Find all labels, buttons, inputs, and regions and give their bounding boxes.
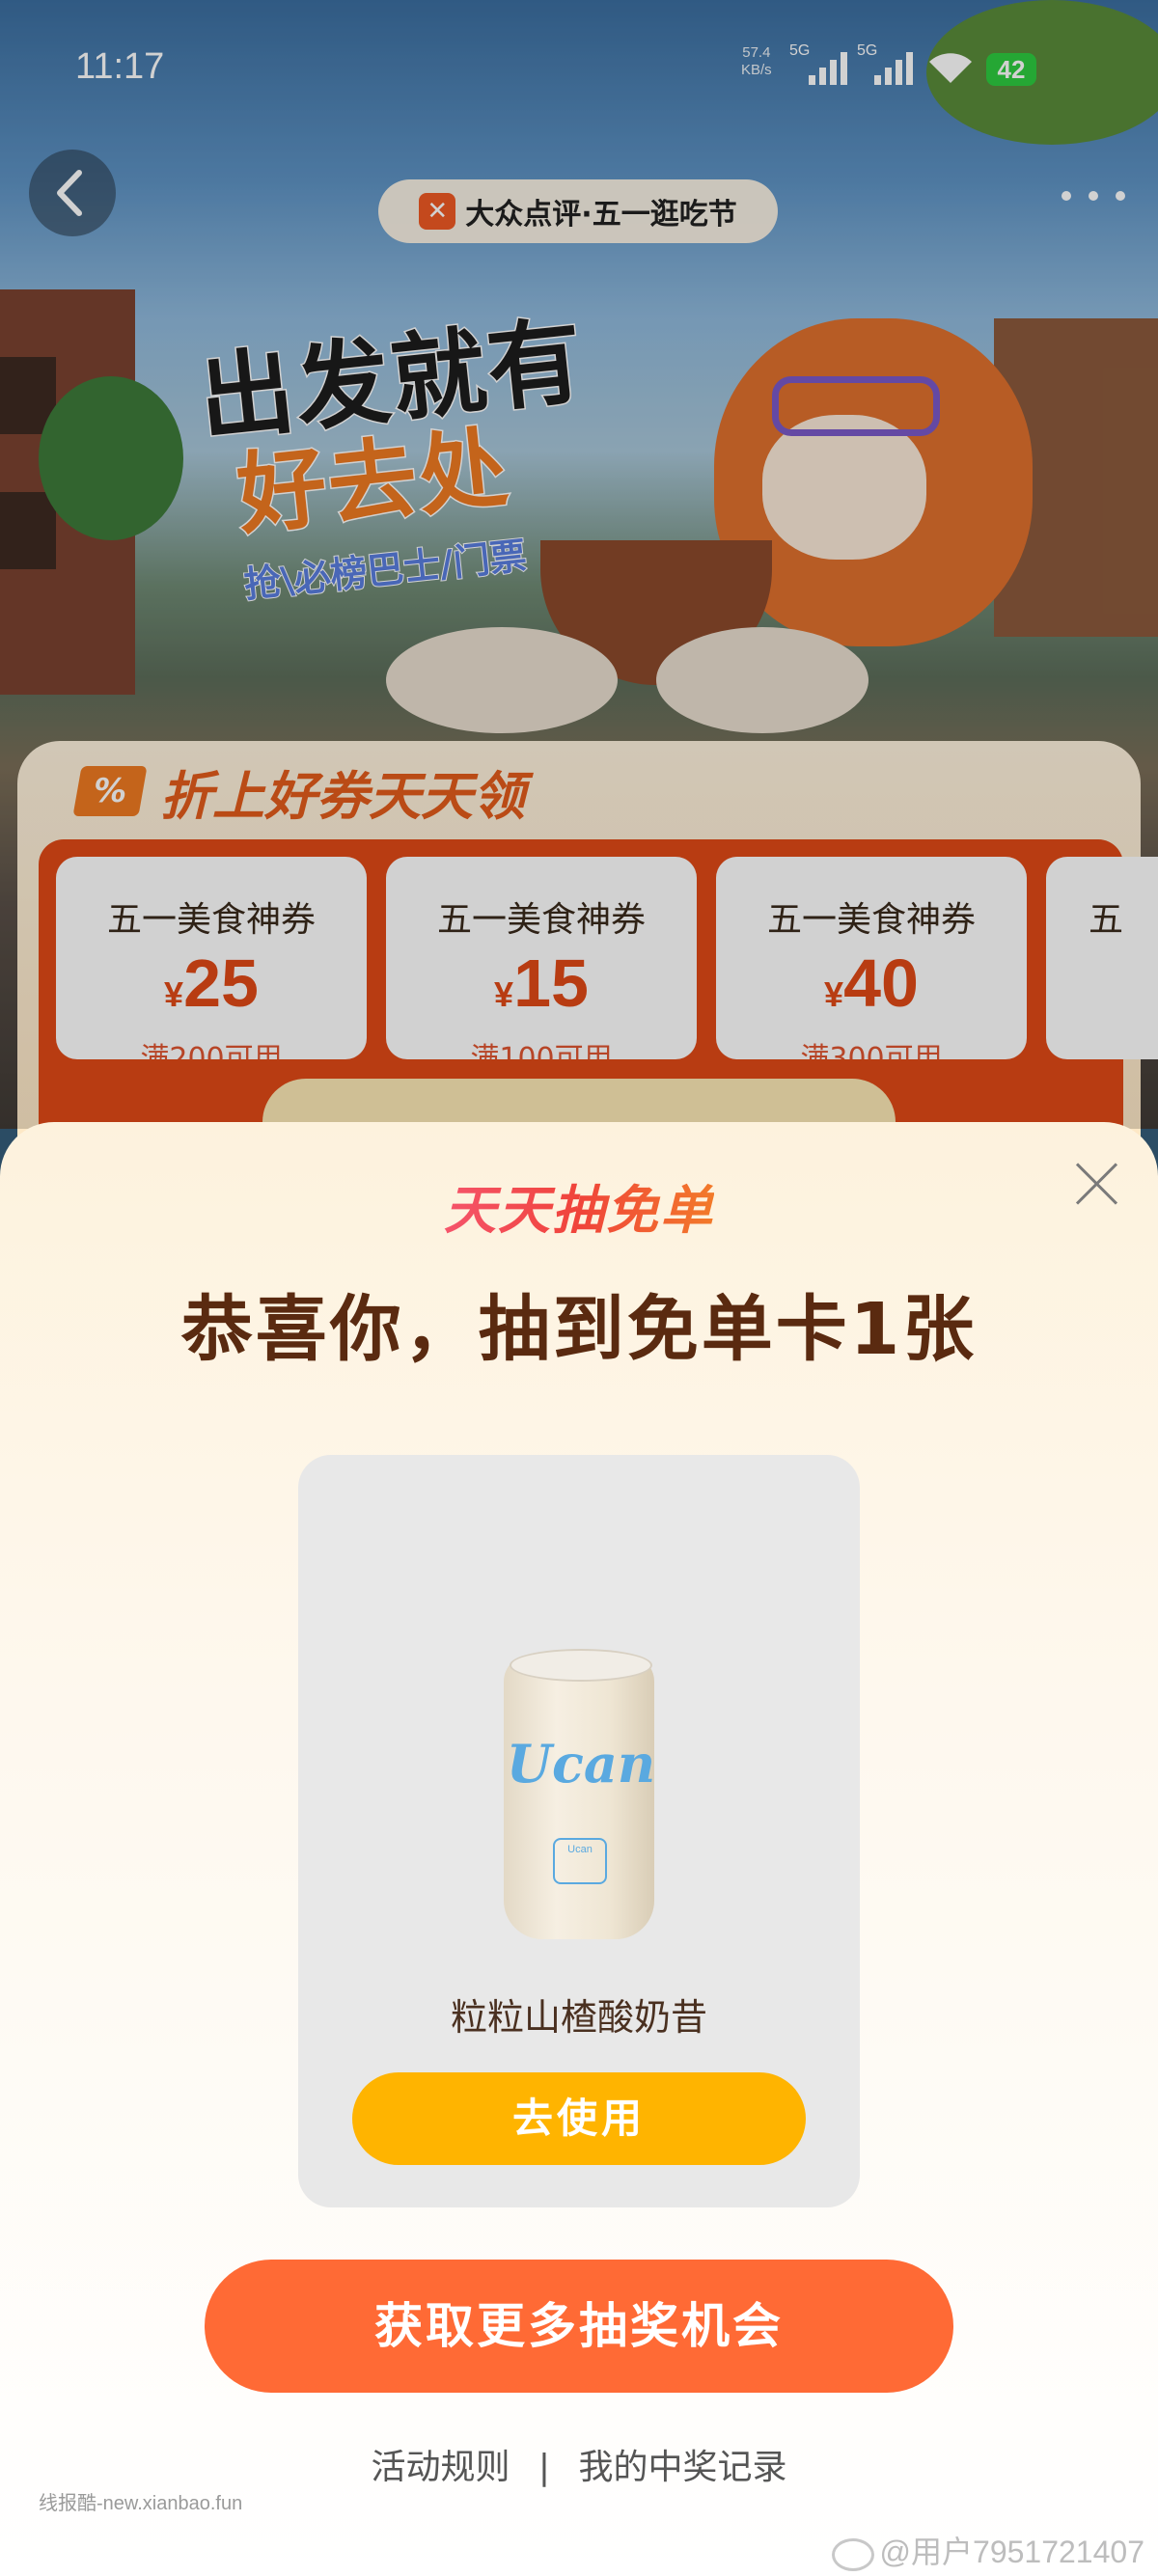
congrats-title: 恭喜你，抽到免单卡1张 xyxy=(180,1288,978,1371)
prize-name: 粒粒山楂酸奶昔 xyxy=(450,1996,707,2039)
lottery-logo-text: 天天抽免单 xyxy=(444,1180,714,1241)
lottery-logo: 天天抽免单 xyxy=(0,1167,1158,1244)
can-brand-text: Ucan xyxy=(506,1733,656,1795)
watermark-right-text: @用户7951721407 xyxy=(879,2535,1144,2569)
use-prize-button[interactable]: 去使用 xyxy=(352,2072,806,2165)
records-link[interactable]: 我的中奖记录 xyxy=(579,2448,787,2487)
modal-dim-overlay[interactable] xyxy=(0,0,1158,1129)
rules-link[interactable]: 活动规则 xyxy=(371,2448,510,2487)
get-more-chances-button[interactable]: 获取更多抽奖机会 xyxy=(205,2260,953,2393)
watermark-right: @用户7951721407 xyxy=(831,2528,1144,2572)
link-separator: | xyxy=(538,2448,551,2487)
watermark-left: 线报酷-new.xianbao.fun xyxy=(39,2493,243,2514)
weibo-icon xyxy=(831,2537,874,2571)
footer-links: 活动规则 | 我的中奖记录 xyxy=(0,2439,1158,2489)
can-badge-logo: Ucan xyxy=(553,1838,607,1884)
drink-can-image xyxy=(504,1649,654,1939)
